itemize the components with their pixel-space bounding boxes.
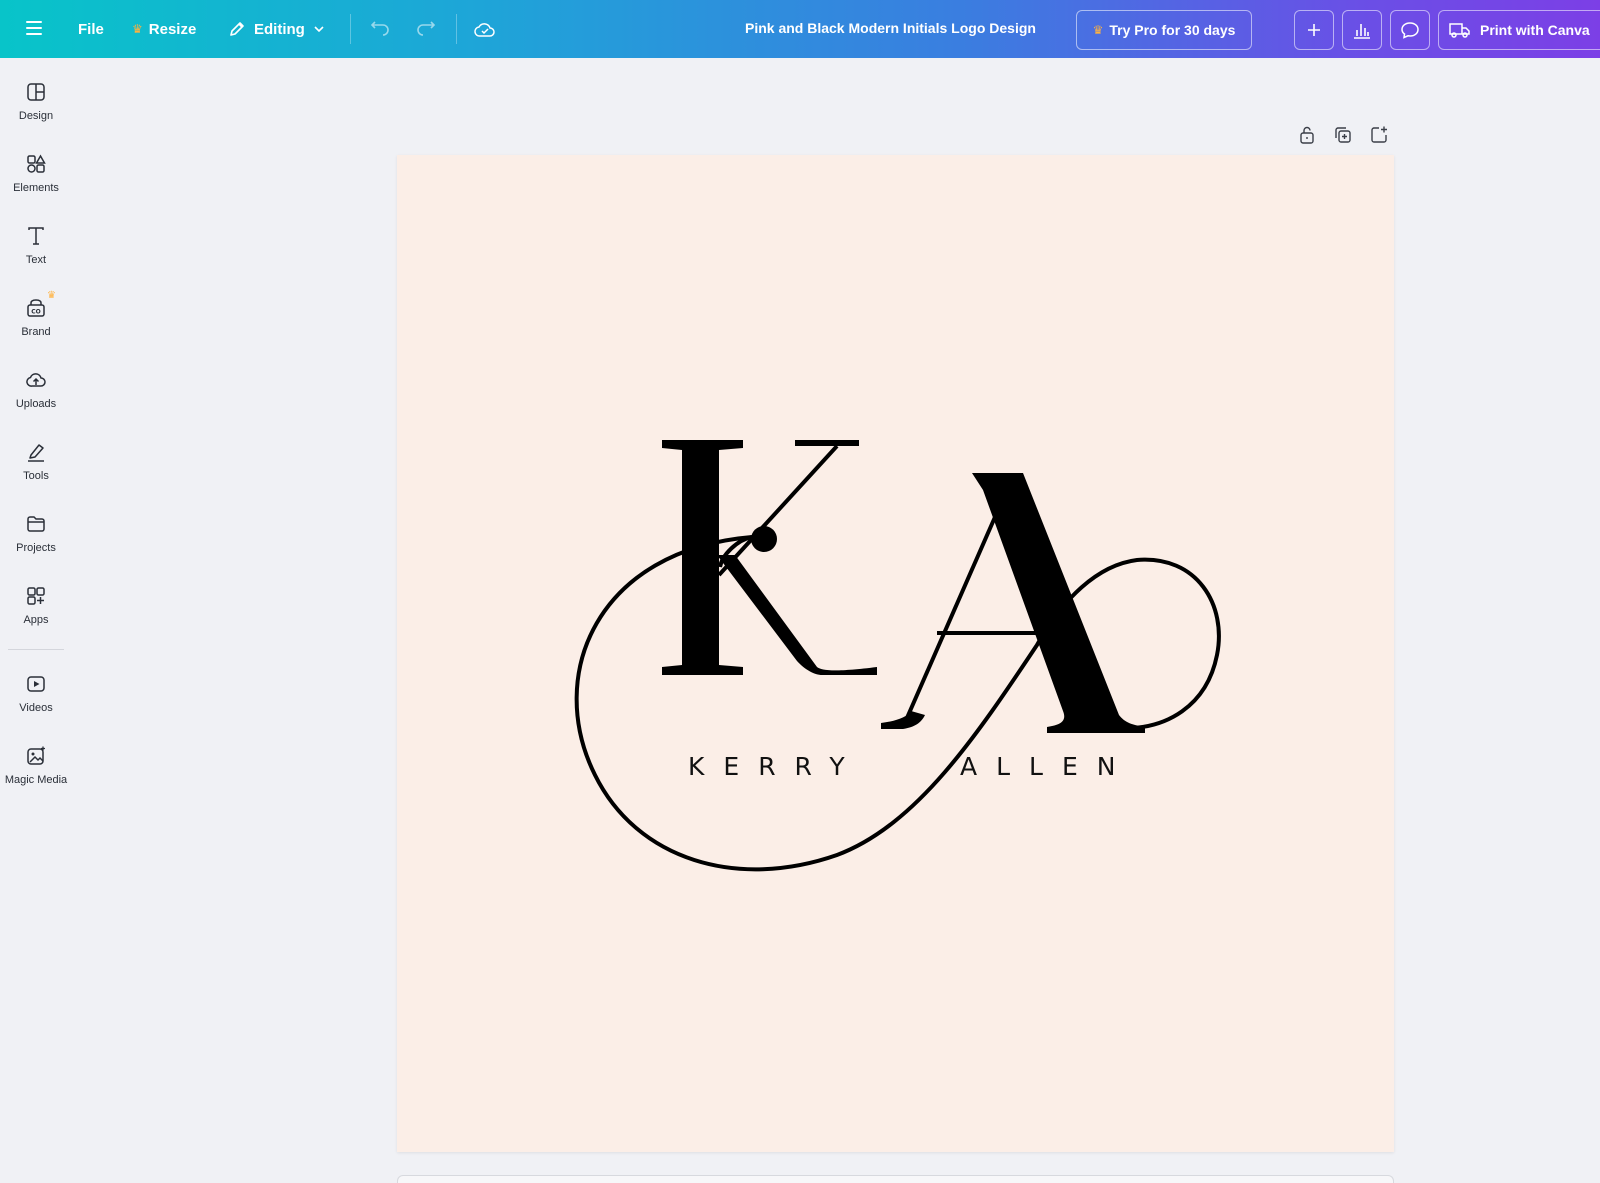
- elements-icon: [24, 152, 48, 176]
- sidebar-item-label: Elements: [13, 182, 59, 194]
- uploads-icon: [24, 368, 48, 392]
- sidebar-item-tools[interactable]: Tools: [0, 440, 72, 504]
- sidebar-item-label: Magic Media: [4, 774, 68, 786]
- crown-icon: ♛: [132, 22, 143, 36]
- editing-label: Editing: [254, 20, 305, 38]
- sidebar-item-elements[interactable]: Elements: [0, 152, 72, 216]
- letter-a-thick-leg: [953, 473, 1145, 733]
- resize-label: Resize: [148, 20, 197, 38]
- sidebar-item-label: Text: [25, 254, 47, 266]
- cloud-saved-icon[interactable]: [473, 17, 497, 41]
- undo-icon[interactable]: [368, 17, 392, 41]
- last-name-text[interactable]: ALLEN: [960, 752, 1134, 781]
- sidebar-item-design[interactable]: Design: [0, 80, 72, 144]
- delivery-truck-icon: [1449, 23, 1470, 38]
- editing-mode-button[interactable]: Editing: [228, 14, 333, 44]
- tools-icon: [24, 440, 48, 464]
- print-label: Print with Canva: [1480, 22, 1590, 38]
- add-collaborator-button[interactable]: [1294, 10, 1334, 50]
- crown-icon: ♛: [1092, 23, 1104, 37]
- sidebar-item-brand[interactable]: CO ♛ Brand: [0, 290, 72, 360]
- sidebar-item-projects[interactable]: Projects: [0, 512, 72, 576]
- insights-button[interactable]: [1342, 10, 1382, 50]
- pro-crown-icon: ♛: [47, 290, 56, 301]
- print-with-canva-button[interactable]: Print with Canva: [1438, 10, 1600, 50]
- letter-k-dot: [751, 526, 777, 552]
- chevron-down-icon: [314, 26, 324, 33]
- letter-k-arm: [717, 444, 839, 577]
- lock-page-icon[interactable]: [1296, 124, 1318, 146]
- brand-icon: CO ♛: [24, 290, 56, 320]
- sidebar-item-label: Brand: [21, 326, 51, 338]
- letter-k-arm-serif: [795, 440, 859, 446]
- ka-monogram-logo[interactable]: [397, 155, 1394, 1152]
- text-icon: [24, 224, 48, 248]
- sidebar-item-text[interactable]: Text: [0, 224, 72, 288]
- sidebar-item-label: Projects: [16, 542, 56, 554]
- sidebar-item-label: Videos: [19, 702, 53, 714]
- sidebar-item-label: Uploads: [15, 398, 57, 410]
- toolbar-divider: [350, 14, 351, 44]
- letter-k-leg: [717, 555, 877, 675]
- first-name-text[interactable]: KERRY: [688, 752, 864, 781]
- sidebar-divider: [8, 649, 64, 650]
- letter-a-thin-leg: [901, 516, 997, 728]
- sidebar-item-apps[interactable]: Apps: [0, 584, 72, 648]
- hamburger-menu-icon[interactable]: [22, 17, 46, 41]
- try-pro-label: Try Pro for 30 days: [1109, 22, 1236, 38]
- design-canvas[interactable]: KERRY ALLEN: [397, 155, 1394, 1152]
- plus-icon: [1308, 24, 1320, 36]
- sidebar-item-label: Design: [18, 110, 54, 122]
- letter-a-foot-serif: [881, 711, 925, 729]
- video-play-icon: [24, 672, 48, 696]
- resize-button[interactable]: ♛ Resize: [132, 14, 196, 44]
- add-page-icon[interactable]: [1368, 124, 1390, 146]
- comment-icon: [1401, 22, 1419, 39]
- pencil-icon: [230, 22, 244, 36]
- sidebar-item-uploads[interactable]: Uploads: [0, 368, 72, 432]
- redo-icon[interactable]: [414, 17, 438, 41]
- svg-text:CO: CO: [31, 309, 41, 316]
- document-title[interactable]: Pink and Black Modern Initials Logo Desi…: [745, 20, 1036, 36]
- sidebar-item-label: Tools: [23, 470, 49, 482]
- file-menu-button[interactable]: File: [78, 14, 104, 44]
- folder-icon: [24, 512, 48, 536]
- try-pro-button[interactable]: ♛ Try Pro for 30 days: [1076, 10, 1252, 50]
- sidebar-item-videos[interactable]: Videos: [0, 672, 72, 736]
- sidebar-item-magic-media[interactable]: Magic Media: [0, 744, 72, 808]
- comments-button[interactable]: [1390, 10, 1430, 50]
- bar-chart-icon: [1354, 24, 1370, 39]
- sidebar-item-label: Apps: [23, 614, 49, 626]
- design-icon: [24, 80, 48, 104]
- magic-media-icon: [24, 744, 48, 768]
- apps-icon: [24, 584, 48, 608]
- logo-swash-curve: [574, 535, 1221, 872]
- duplicate-page-icon[interactable]: [1332, 124, 1354, 146]
- left-sidebar: Design Elements Text CO ♛ Brand Uploads …: [0, 58, 72, 1183]
- toolbar-divider: [456, 14, 457, 44]
- top-toolbar: File ♛ Resize Editing Pink and Black Mod…: [0, 0, 1600, 58]
- next-page-edge: [397, 1175, 1394, 1183]
